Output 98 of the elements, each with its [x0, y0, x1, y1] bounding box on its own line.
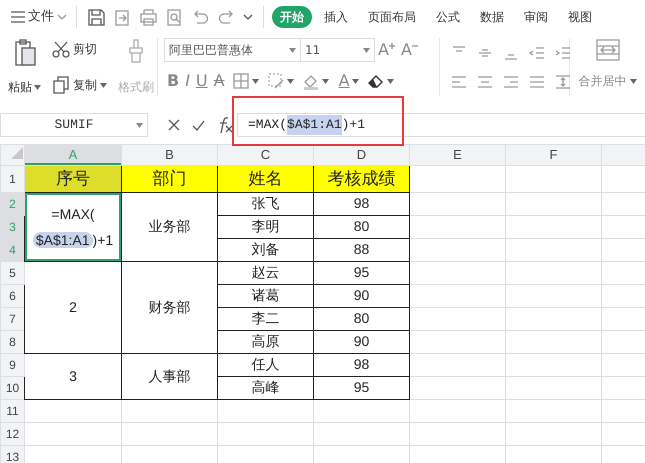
minus-icon: [412, 43, 418, 49]
merge-center-button[interactable]: 合并居中: [576, 70, 640, 92]
ribbon-tab[interactable]: 公式: [428, 6, 468, 28]
font-name-field[interactable]: 阿里巴巴普惠体: [164, 38, 301, 62]
table-cell: 诸葛: [218, 284, 314, 307]
table-cell: 刘备: [218, 238, 314, 261]
table-cell: 财务部: [122, 261, 218, 353]
caret-icon: [322, 78, 329, 84]
ribbon-tab[interactable]: 页面布局: [360, 6, 424, 28]
confirm-icon[interactable]: [192, 120, 205, 130]
header-cell: 部门: [122, 166, 218, 192]
strikethrough-button[interactable]: A: [210, 70, 228, 92]
dropdown-caret-icon: [363, 48, 370, 52]
paste-label: 粘贴: [8, 79, 32, 96]
file-menu[interactable]: 文件: [8, 5, 70, 29]
table-cell[interactable]: =MAX( $A$1:A1 )+1: [24, 192, 122, 261]
table-cell: 95: [314, 261, 410, 284]
table-cell: 张飞: [218, 192, 314, 215]
table-cell: 人事部: [122, 353, 218, 399]
font-size-field[interactable]: 11: [301, 38, 375, 62]
clipboard-icon: [12, 38, 36, 68]
shrink-font-button[interactable]: A: [398, 39, 421, 61]
caret-icon: [630, 78, 636, 84]
caret-icon: [252, 78, 259, 84]
scissors-icon: [52, 40, 70, 58]
menu-icon: [11, 11, 25, 23]
ribbon-tab[interactable]: 审阅: [516, 6, 556, 28]
row-header[interactable]: 7: [0, 307, 24, 330]
plus-icon: [388, 43, 395, 49]
distributed-icon[interactable]: [554, 72, 572, 90]
dropdown-caret-icon: [136, 123, 143, 128]
row-header[interactable]: 10: [0, 376, 24, 399]
redo-icon[interactable]: [217, 8, 235, 26]
table-cell: 98: [314, 353, 410, 376]
copy-button[interactable]: 复制: [49, 74, 110, 96]
column-header[interactable]: B: [122, 144, 218, 166]
copy-icon: [52, 76, 70, 94]
print-icon[interactable]: [139, 8, 157, 26]
table-cell: 业务部: [122, 192, 218, 261]
table-cell: 90: [314, 284, 410, 307]
row-header[interactable]: 8: [0, 330, 24, 353]
italic-button[interactable]: I: [182, 70, 193, 92]
column-header[interactable]: E: [410, 144, 506, 166]
header-cell: 姓名: [218, 166, 314, 192]
row-header[interactable]: 13: [0, 445, 24, 463]
table-cell[interactable]: 3: [24, 353, 122, 399]
row-header[interactable]: 9: [0, 353, 24, 376]
row-header[interactable]: 6: [0, 284, 24, 307]
underline-button[interactable]: U: [192, 70, 211, 92]
table-cell: 李明: [218, 215, 314, 238]
function-icon[interactable]: [217, 116, 233, 134]
table-cell: 任人: [218, 353, 314, 376]
table-cell: 80: [314, 307, 410, 330]
name-box[interactable]: SUMIF: [0, 113, 148, 137]
print-preview-icon[interactable]: [165, 8, 183, 26]
table-cell: 95: [314, 376, 410, 399]
table-cell: 90: [314, 330, 410, 353]
caret-icon: [286, 78, 294, 84]
merge-cells-icon: [594, 38, 620, 62]
table-cell: 88: [314, 238, 410, 261]
select-all-corner[interactable]: [0, 144, 24, 166]
cancel-icon[interactable]: [168, 119, 180, 131]
ribbon-tab[interactable]: 数据: [472, 6, 512, 28]
dropdown-caret-icon: [289, 48, 296, 52]
font-color-button[interactable]: A: [336, 70, 352, 92]
cell-style-icon[interactable]: [266, 72, 285, 90]
ribbon-tab[interactable]: 视图: [560, 6, 600, 28]
row-header[interactable]: 11: [0, 399, 24, 422]
cut-button[interactable]: 剪切: [49, 38, 110, 60]
header-cell: 序号: [24, 166, 122, 192]
row-header[interactable]: 1: [0, 166, 24, 192]
table-cell: 高原: [218, 330, 314, 353]
row-header[interactable]: 5: [0, 261, 24, 284]
customize-caret-icon[interactable]: [243, 14, 253, 20]
formula-input[interactable]: =MAX($A$1:A1)+1: [237, 113, 645, 137]
table-cell: 李二: [218, 307, 314, 330]
export-icon[interactable]: [113, 8, 131, 26]
table-cell: 赵云: [218, 261, 314, 284]
header-cell: 考核成绩: [314, 166, 410, 192]
bold-button[interactable]: B: [164, 70, 182, 92]
caret-icon: [352, 78, 359, 84]
save-icon[interactable]: [87, 8, 105, 26]
ribbon-tab[interactable]: 插入: [316, 6, 356, 28]
caret-icon: [386, 78, 394, 84]
borders-icon[interactable]: [232, 72, 250, 90]
chevron-icon: [57, 14, 67, 20]
column-header[interactable]: F: [506, 144, 602, 166]
column-header[interactable]: C: [218, 144, 314, 166]
table-cell: 高峰: [218, 376, 314, 399]
paste-button[interactable]: 粘贴: [6, 38, 43, 96]
table-cell: 80: [314, 215, 410, 238]
row-header[interactable]: 12: [0, 422, 24, 445]
caret-icon: [100, 82, 107, 88]
column-header[interactable]: D: [314, 144, 410, 166]
grow-font-button[interactable]: A: [375, 39, 398, 61]
corner-triangle-icon: [10, 147, 22, 160]
table-cell: 98: [314, 192, 410, 215]
caret-icon: [34, 84, 41, 90]
